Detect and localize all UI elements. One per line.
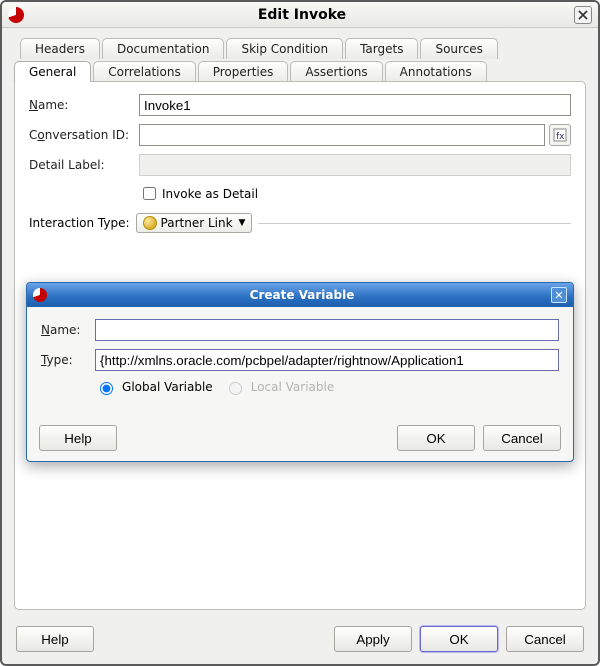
- name-label: Name:: [29, 98, 139, 112]
- tab-row-lower: General Correlations Properties Assertio…: [14, 61, 586, 82]
- apply-button[interactable]: Apply: [334, 626, 412, 652]
- window-title: Edit Invoke: [30, 7, 574, 23]
- separator: [258, 223, 571, 224]
- dialog-scope-row: Global Variable Local Variable: [95, 379, 559, 395]
- dialog-ok-button[interactable]: OK: [397, 425, 475, 451]
- invoke-detail-label: Invoke as Detail: [162, 187, 258, 201]
- dialog-body: Name: Type: Global Variable Local Variab…: [27, 307, 573, 419]
- close-icon: ✕: [554, 289, 563, 302]
- local-variable-label: Local Variable: [251, 380, 335, 394]
- interaction-type-value: Partner Link: [161, 216, 233, 230]
- dialog-title: Create Variable: [53, 288, 551, 302]
- dialog-help-button[interactable]: Help: [39, 425, 117, 451]
- chevron-down-icon: ▼: [239, 218, 246, 228]
- edit-invoke-window: Edit Invoke Headers Documentation Skip C…: [0, 0, 600, 666]
- dialog-app-icon: [33, 288, 47, 302]
- tab-row-upper: Headers Documentation Skip Condition Tar…: [20, 38, 586, 59]
- conversation-row: Conversation ID: fx: [29, 124, 571, 146]
- conversation-browse-button[interactable]: fx: [549, 124, 571, 146]
- ok-button[interactable]: OK: [420, 626, 498, 652]
- tab-targets[interactable]: Targets: [345, 38, 418, 59]
- local-variable-radio: [229, 382, 242, 395]
- global-variable-radio[interactable]: [100, 382, 113, 395]
- dialog-name-input[interactable]: [95, 319, 559, 341]
- dialog-type-label: Type:: [41, 353, 95, 367]
- tab-annotations[interactable]: Annotations: [385, 61, 487, 82]
- close-icon: [578, 10, 588, 20]
- detail-label-row: Detail Label:: [29, 154, 571, 176]
- expression-icon: fx: [553, 128, 567, 142]
- window-footer: Help Apply OK Cancel: [2, 618, 598, 664]
- tab-correlations[interactable]: Correlations: [93, 61, 195, 82]
- titlebar: Edit Invoke: [2, 2, 598, 28]
- dialog-name-row: Name:: [41, 319, 559, 341]
- conversation-label: Conversation ID:: [29, 128, 139, 142]
- name-row: Name:: [29, 94, 571, 116]
- window-close-button[interactable]: [574, 6, 592, 24]
- dialog-type-input[interactable]: [95, 349, 559, 371]
- interaction-type-label: Interaction Type:: [29, 216, 130, 230]
- interaction-type-row: Interaction Type: Partner Link ▼: [29, 213, 571, 233]
- svg-text:fx: fx: [556, 132, 565, 142]
- invoke-detail-checkbox[interactable]: [143, 187, 156, 200]
- detail-input-disabled: [139, 154, 571, 176]
- tab-assertions[interactable]: Assertions: [290, 61, 382, 82]
- tab-properties[interactable]: Properties: [198, 61, 289, 82]
- name-input[interactable]: [139, 94, 571, 116]
- dialog-close-button[interactable]: ✕: [551, 287, 567, 303]
- partner-link-icon: [143, 216, 157, 230]
- help-button[interactable]: Help: [16, 626, 94, 652]
- conversation-input[interactable]: [139, 124, 545, 146]
- interaction-type-combo[interactable]: Partner Link ▼: [136, 213, 253, 233]
- tab-general[interactable]: General: [14, 61, 91, 82]
- tab-sources[interactable]: Sources: [420, 38, 497, 59]
- cancel-button[interactable]: Cancel: [506, 626, 584, 652]
- tab-headers[interactable]: Headers: [20, 38, 100, 59]
- create-variable-dialog: Create Variable ✕ Name: Type: Global Var…: [26, 282, 574, 462]
- window-body: Headers Documentation Skip Condition Tar…: [2, 28, 598, 618]
- dialog-footer: Help OK Cancel: [27, 419, 573, 461]
- global-variable-label: Global Variable: [122, 380, 213, 394]
- dialog-titlebar: Create Variable ✕: [27, 283, 573, 307]
- detail-label: Detail Label:: [29, 158, 139, 172]
- tab-skip-condition[interactable]: Skip Condition: [226, 38, 343, 59]
- app-icon: [8, 7, 24, 23]
- dialog-name-label: Name:: [41, 323, 95, 337]
- dialog-type-row: Type:: [41, 349, 559, 371]
- tab-documentation[interactable]: Documentation: [102, 38, 225, 59]
- invoke-detail-row: Invoke as Detail: [139, 184, 571, 203]
- dialog-cancel-button[interactable]: Cancel: [483, 425, 561, 451]
